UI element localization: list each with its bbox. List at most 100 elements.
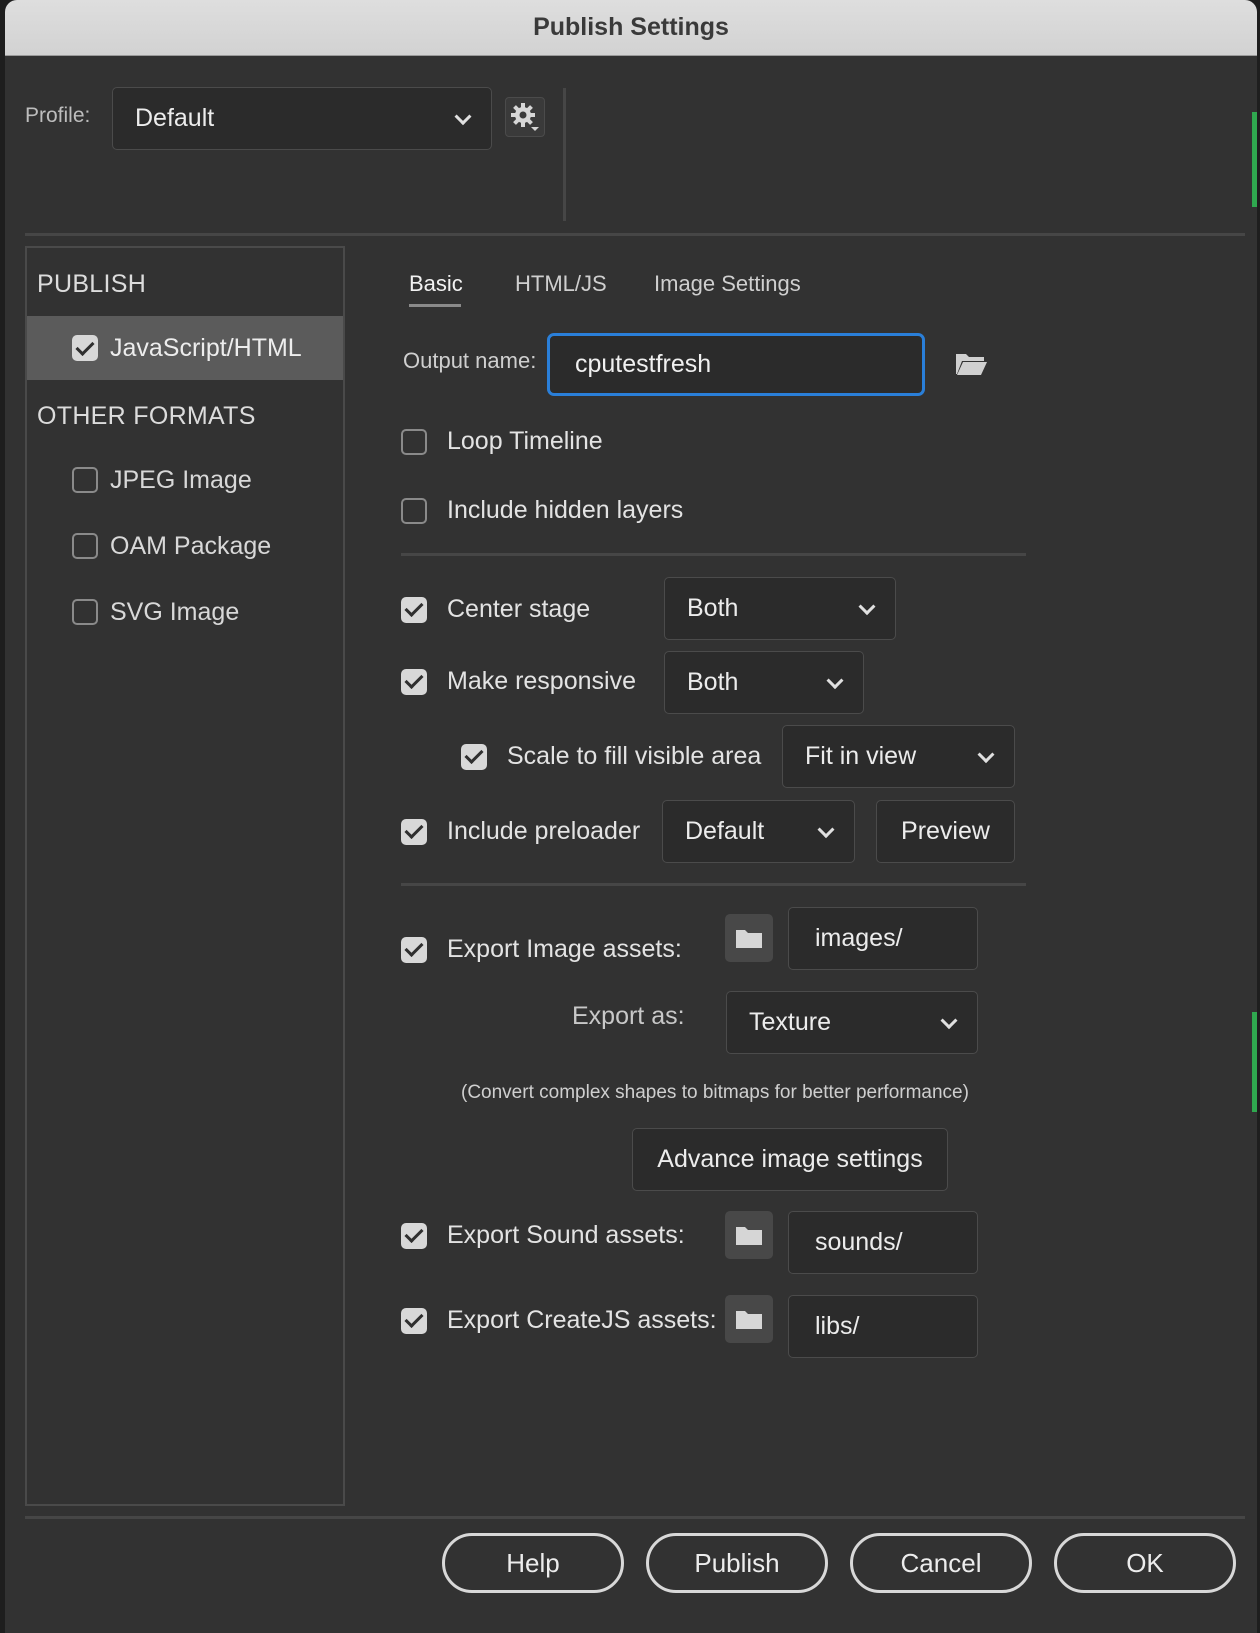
header-divider — [25, 233, 1245, 236]
scale-to-fill-checkbox[interactable] — [461, 743, 487, 770]
export-as-hint: (Convert complex shapes to bitmaps for b… — [461, 1082, 969, 1103]
format-item-label: SVG Image — [110, 597, 240, 626]
export-as-label: Export as: — [572, 1002, 685, 1030]
include-hidden-layers-checkbox[interactable] — [401, 497, 427, 524]
preloader-dropdown[interactable]: Default — [662, 800, 855, 863]
include-hidden-layers-label: Include hidden layers — [447, 496, 684, 524]
format-item-svg-image[interactable]: SVG Image — [27, 580, 343, 644]
dialog-title: Publish Settings — [533, 13, 729, 41]
format-item-oam-package[interactable]: OAM Package — [27, 514, 343, 578]
loop-timeline-checkbox[interactable] — [401, 428, 427, 455]
chevron-down-icon — [858, 597, 876, 615]
preview-button[interactable]: Preview — [876, 800, 1015, 863]
gear-icon — [511, 103, 539, 131]
format-item-label: OAM Package — [110, 531, 272, 560]
edge-accent — [1252, 1012, 1257, 1112]
sound-assets-path-value: sounds/ — [815, 1228, 903, 1256]
svg-image-checkbox[interactable] — [72, 599, 98, 625]
section-divider — [401, 883, 1026, 886]
format-item-jpeg-image[interactable]: JPEG Image — [27, 448, 343, 512]
profile-value: Default — [135, 104, 215, 132]
toolbar-separator — [563, 88, 566, 221]
center-stage-checkbox[interactable] — [401, 596, 427, 623]
folder-icon — [736, 1311, 762, 1329]
image-assets-path-input[interactable]: images/ — [788, 907, 978, 970]
folder-open-icon[interactable] — [954, 350, 988, 378]
export-createjs-assets-row[interactable]: Export CreateJS assets: — [401, 1306, 717, 1335]
center-stage-dropdown[interactable]: Both — [664, 577, 896, 640]
center-stage-label: Center stage — [447, 595, 591, 623]
publish-settings-dialog: Publish Settings Profile: Default PUBLIS… — [5, 0, 1257, 1633]
chevron-down-icon — [977, 745, 995, 763]
include-preloader-row[interactable]: Include preloader — [401, 817, 640, 846]
other-formats-heading: OTHER FORMATS — [37, 402, 256, 430]
make-responsive-row[interactable]: Make responsive — [401, 667, 636, 696]
section-divider — [401, 553, 1026, 556]
active-tab-indicator — [409, 304, 461, 307]
createjs-assets-path-input[interactable]: libs/ — [788, 1295, 978, 1358]
center-stage-value: Both — [687, 594, 739, 622]
make-responsive-checkbox[interactable] — [401, 668, 427, 695]
image-assets-folder-button[interactable] — [725, 914, 773, 962]
export-sound-assets-row[interactable]: Export Sound assets: — [401, 1221, 685, 1250]
export-image-assets-checkbox[interactable] — [401, 936, 427, 963]
format-list-panel: PUBLISH JavaScript/HTML OTHER FORMATS JP… — [25, 246, 345, 1506]
profile-dropdown[interactable]: Default — [112, 87, 492, 150]
format-item-javascript-html[interactable]: JavaScript/HTML — [27, 316, 343, 380]
scale-to-fill-label: Scale to fill visible area — [507, 742, 762, 770]
createjs-assets-path-value: libs/ — [815, 1312, 860, 1340]
ok-button[interactable]: OK — [1054, 1533, 1236, 1593]
chevron-down-icon — [940, 1011, 958, 1029]
export-sound-assets-checkbox[interactable] — [401, 1222, 427, 1249]
make-responsive-value: Both — [687, 668, 739, 696]
include-preloader-checkbox[interactable] — [401, 818, 427, 845]
profile-options-button[interactable] — [505, 97, 545, 137]
chevron-down-icon — [817, 820, 835, 838]
scale-to-fill-row[interactable]: Scale to fill visible area — [461, 742, 761, 771]
image-assets-path-value: images/ — [815, 924, 903, 952]
output-name-value: cputestfresh — [575, 350, 712, 378]
output-name-input[interactable]: cputestfresh — [547, 333, 925, 396]
tab-html-js[interactable]: HTML/JS — [515, 271, 607, 297]
help-button[interactable]: Help — [442, 1533, 624, 1593]
publish-button[interactable]: Publish — [646, 1533, 828, 1593]
footer-divider — [25, 1516, 1245, 1519]
scale-to-fill-value: Fit in view — [805, 742, 917, 770]
cancel-button[interactable]: Cancel — [850, 1533, 1032, 1593]
center-stage-row[interactable]: Center stage — [401, 595, 590, 624]
oam-package-checkbox[interactable] — [72, 533, 98, 559]
scale-to-fill-dropdown[interactable]: Fit in view — [782, 725, 1015, 788]
title-bar: Publish Settings — [5, 0, 1257, 56]
export-sound-assets-label: Export Sound assets: — [447, 1221, 685, 1249]
chevron-down-icon — [454, 107, 472, 125]
tab-basic[interactable]: Basic — [409, 271, 463, 297]
jpeg-image-checkbox[interactable] — [72, 467, 98, 493]
include-hidden-layers-row[interactable]: Include hidden layers — [401, 496, 683, 525]
format-item-label: JavaScript/HTML — [110, 333, 302, 362]
advance-image-settings-button[interactable]: Advance image settings — [632, 1128, 948, 1191]
make-responsive-dropdown[interactable]: Both — [664, 651, 864, 714]
format-item-label: JPEG Image — [110, 465, 252, 494]
export-as-dropdown[interactable]: Texture — [726, 991, 978, 1054]
make-responsive-label: Make responsive — [447, 667, 636, 695]
publish-heading: PUBLISH — [37, 270, 147, 298]
export-createjs-assets-checkbox[interactable] — [401, 1307, 427, 1334]
loop-timeline-row[interactable]: Loop Timeline — [401, 427, 603, 456]
export-createjs-assets-label: Export CreateJS assets: — [447, 1306, 717, 1334]
edge-accent — [1252, 112, 1257, 207]
folder-icon — [736, 1227, 762, 1245]
export-as-value: Texture — [749, 1008, 831, 1036]
export-image-assets-label: Export Image assets: — [447, 935, 682, 963]
output-name-label: Output name: — [403, 348, 537, 373]
preloader-value: Default — [685, 817, 765, 845]
tab-image-settings[interactable]: Image Settings — [654, 271, 801, 297]
include-preloader-label: Include preloader — [447, 817, 641, 845]
sound-assets-folder-button[interactable] — [725, 1211, 773, 1259]
javascript-html-checkbox[interactable] — [72, 335, 98, 361]
createjs-assets-folder-button[interactable] — [725, 1295, 773, 1343]
loop-timeline-label: Loop Timeline — [447, 427, 603, 455]
folder-icon — [736, 930, 762, 948]
export-image-assets-row[interactable]: Export Image assets: — [401, 935, 682, 964]
chevron-down-icon — [826, 671, 844, 689]
sound-assets-path-input[interactable]: sounds/ — [788, 1211, 978, 1274]
